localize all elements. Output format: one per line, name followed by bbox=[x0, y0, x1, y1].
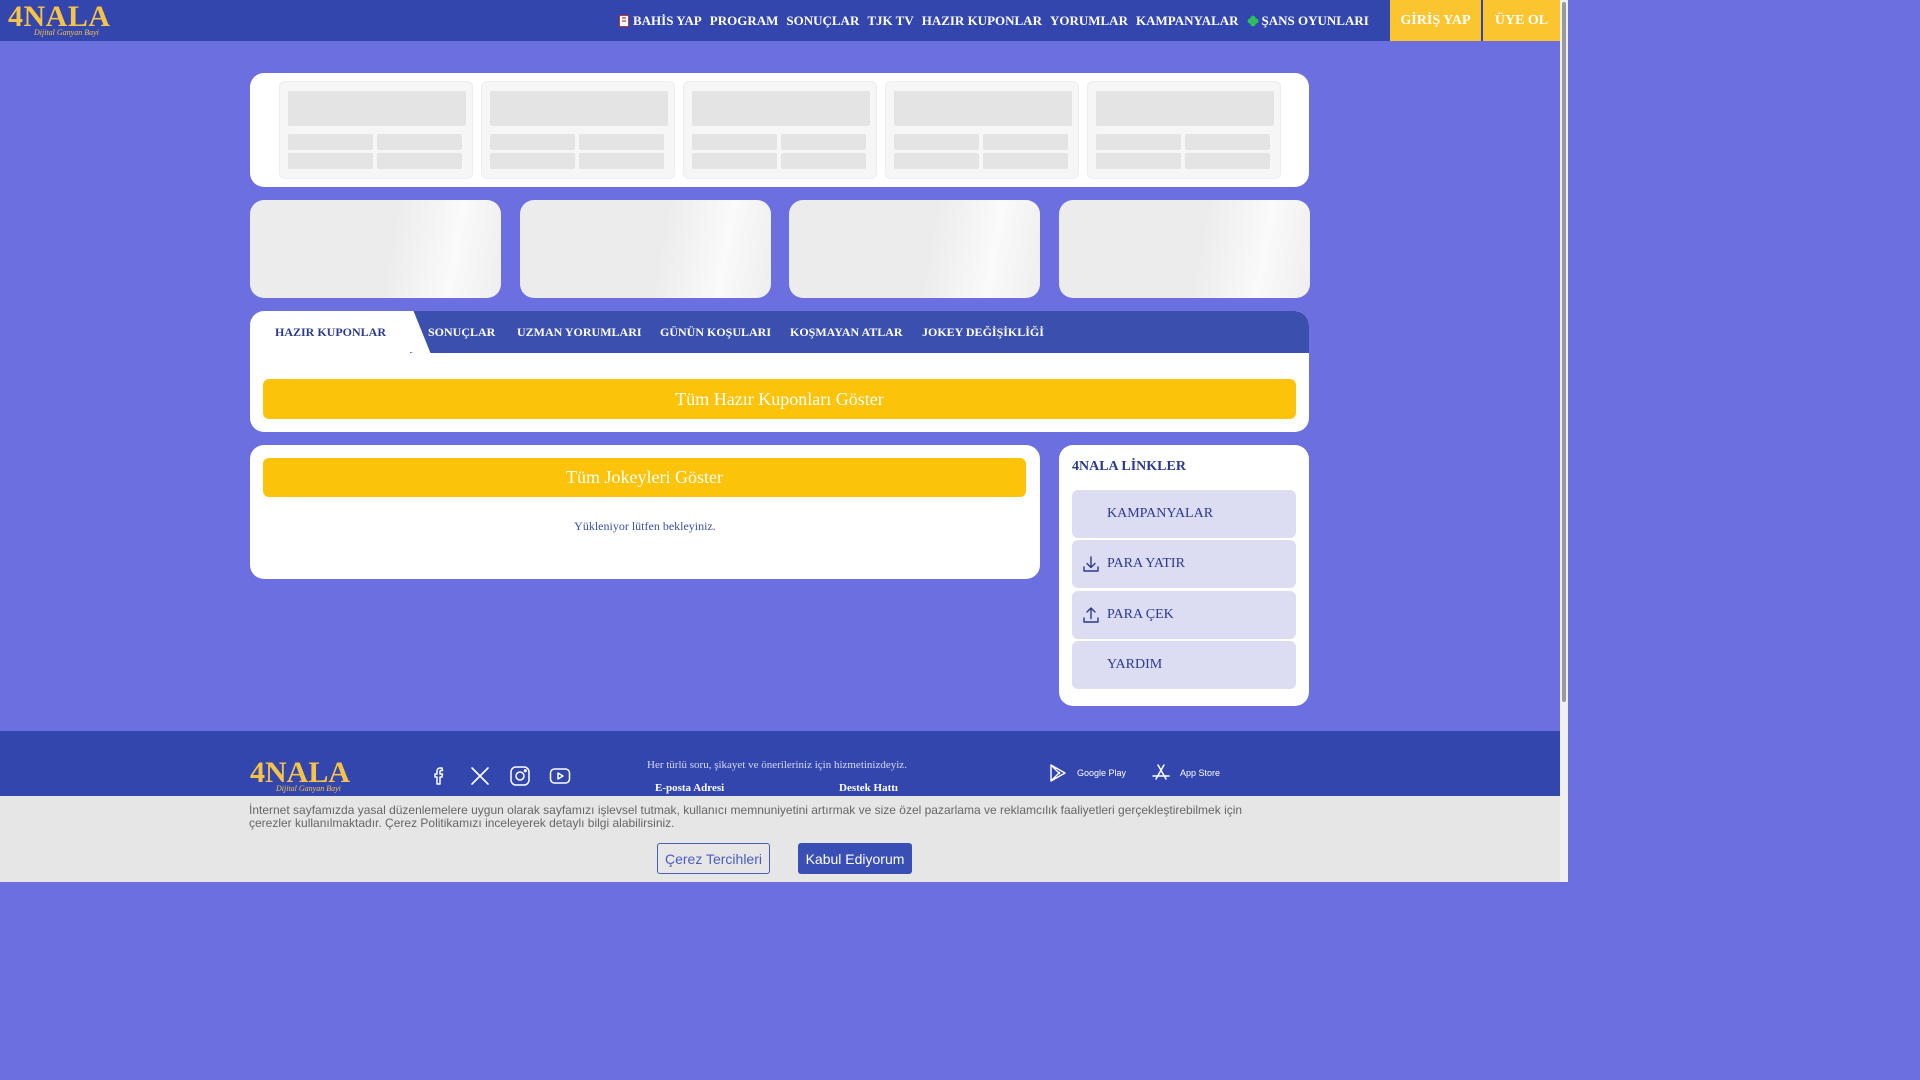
cookie-preferences-button[interactable]: Çerez Tercihleri bbox=[657, 843, 770, 874]
upload-icon bbox=[1081, 605, 1101, 625]
nav-item-sans-oyunlari[interactable]: ŞANS OYUNLARI bbox=[1243, 13, 1373, 29]
links-panel: 4NALA LİNKLER KAMPANYALAR PARA YATIR PAR… bbox=[1059, 445, 1309, 706]
logo-subtitle: Dijital Ganyan Bayi bbox=[276, 784, 341, 793]
app-store-label: App Store bbox=[1180, 768, 1221, 778]
link-label: PARA YATIR bbox=[1107, 556, 1185, 571]
nav-item-bahis-yap[interactable]: BAHİS YAP bbox=[614, 13, 706, 29]
link-label: PARA ÇEK bbox=[1107, 607, 1174, 622]
download-icon bbox=[1081, 554, 1101, 574]
app-store-link[interactable]: App Store bbox=[1150, 762, 1220, 784]
tab-jokey-degisikligi[interactable]: JOKEY DEĞİŞİKLİĞİ bbox=[922, 325, 1044, 340]
tab-uzman-yorumlari[interactable]: UZMAN YORUMLARI bbox=[517, 325, 642, 340]
skeleton-card bbox=[279, 81, 473, 179]
show-all-coupons-button[interactable]: Tüm Hazır Kuponları Göster bbox=[263, 379, 1296, 419]
app-store-icon bbox=[1152, 764, 1170, 780]
cookie-banner: İnternet sayfamızda yasal düzenlemelere … bbox=[0, 796, 1560, 882]
show-all-jockeys-button[interactable]: Tüm Jokeyleri Göster bbox=[263, 458, 1026, 497]
footer-help-text: Her türlü soru, şikayet ve önerileriniz … bbox=[647, 759, 907, 771]
google-play-label: Google Play bbox=[1077, 768, 1127, 778]
login-button[interactable]: GİRİŞ YAP bbox=[1390, 0, 1481, 41]
links-title: 4NALA LİNKLER bbox=[1072, 459, 1186, 474]
skeleton-card bbox=[481, 81, 675, 179]
link-label: KAMPANYALAR bbox=[1107, 506, 1214, 521]
link-yardim[interactable]: YARDIM bbox=[1072, 641, 1296, 689]
link-label: YARDIM bbox=[1107, 657, 1163, 672]
skeleton-card bbox=[683, 81, 877, 179]
top-navbar: 4NALA Dijital Ganyan Bayi BAHİS YAP PROG… bbox=[0, 0, 1560, 41]
race-cards-skeleton bbox=[250, 73, 1309, 187]
bet-slip-icon bbox=[619, 14, 629, 27]
signup-button[interactable]: ÜYE OL bbox=[1483, 0, 1560, 41]
help-icon bbox=[1081, 655, 1101, 675]
main-nav: BAHİS YAP PROGRAM SONUÇLAR TJK TV HAZIR … bbox=[614, 0, 1373, 41]
nav-item-label: BAHİS YAP bbox=[633, 12, 702, 28]
nav-item-sonuclar[interactable]: SONUÇLAR bbox=[782, 13, 863, 29]
cookie-text: İnternet sayfamızda yasal düzenlemelere … bbox=[249, 803, 1243, 830]
logo-subtitle: Dijital Ganyan Bayi bbox=[34, 28, 99, 37]
tabs-panel: HAZIR KUPONLAR SONUÇLAR UZMAN YORUMLARI … bbox=[250, 311, 1309, 432]
x-icon[interactable] bbox=[468, 764, 492, 788]
brand-logo[interactable]: 4NALA Dijital Ganyan Bayi bbox=[8, 2, 118, 38]
link-kampanyalar[interactable]: KAMPANYALAR bbox=[1072, 490, 1296, 538]
tab-gunun-kosulari[interactable]: GÜNÜN KOŞULARI bbox=[660, 325, 771, 340]
tab-sonuclar[interactable]: SONUÇLAR bbox=[428, 325, 495, 340]
nav-item-label: TJK TV bbox=[867, 12, 914, 28]
banner-placeholder[interactable] bbox=[789, 200, 1040, 298]
nav-item-label: YORUMLAR bbox=[1049, 12, 1128, 28]
jockeys-panel: Tüm Jokeyleri Göster Yükleniyor lütfen b… bbox=[250, 445, 1040, 579]
nav-item-label: SONUÇLAR bbox=[786, 12, 860, 28]
email-label: E-posta Adresi bbox=[655, 782, 725, 794]
youtube-icon[interactable] bbox=[548, 764, 572, 788]
loading-text: Yükleniyor lütfen bekleyiniz. bbox=[574, 519, 716, 533]
nav-item-program[interactable]: PROGRAM bbox=[706, 13, 783, 29]
cookie-accept-button[interactable]: Kabul Ediyorum bbox=[798, 843, 912, 874]
tab-hazir-kuponlar[interactable]: HAZIR KUPONLAR bbox=[275, 325, 386, 340]
scrollbar-thumb[interactable] bbox=[1562, 2, 1566, 702]
nav-item-label: KAMPANYALAR bbox=[1135, 12, 1239, 28]
nav-item-hazir-kuponlar[interactable]: HAZIR KUPONLAR bbox=[918, 13, 1046, 29]
nav-item-label: PROGRAM bbox=[709, 12, 779, 28]
campaign-icon bbox=[1081, 504, 1101, 524]
skeleton-card bbox=[1087, 81, 1281, 179]
banner-placeholder[interactable] bbox=[1059, 200, 1310, 298]
facebook-icon[interactable] bbox=[428, 764, 452, 788]
banner-placeholder[interactable] bbox=[520, 200, 771, 298]
support-line-label: Destek Hattı bbox=[839, 782, 898, 794]
link-para-yatir[interactable]: PARA YATIR bbox=[1072, 540, 1296, 588]
clover-icon bbox=[1247, 15, 1258, 26]
banner-placeholder[interactable] bbox=[250, 200, 501, 298]
link-para-cek[interactable]: PARA ÇEK bbox=[1072, 591, 1296, 639]
nav-item-label: HAZIR KUPONLAR bbox=[921, 12, 1042, 28]
instagram-icon[interactable] bbox=[508, 764, 532, 788]
skeleton-card bbox=[885, 81, 1079, 179]
footer-logo[interactable]: 4NALA Dijital Ganyan Bayi bbox=[250, 758, 350, 794]
google-play-link[interactable]: Google Play bbox=[1047, 762, 1126, 784]
nav-item-label: ŞANS OYUNLARI bbox=[1261, 12, 1369, 28]
tab-kosmayan-atlar[interactable]: KOŞMAYAN ATLAR bbox=[790, 325, 903, 340]
nav-item-tjk-tv[interactable]: TJK TV bbox=[863, 13, 917, 29]
google-play-icon bbox=[1050, 764, 1066, 782]
nav-item-yorumlar[interactable]: YORUMLAR bbox=[1046, 13, 1132, 29]
nav-item-kampanyalar[interactable]: KAMPANYALAR bbox=[1132, 13, 1243, 29]
